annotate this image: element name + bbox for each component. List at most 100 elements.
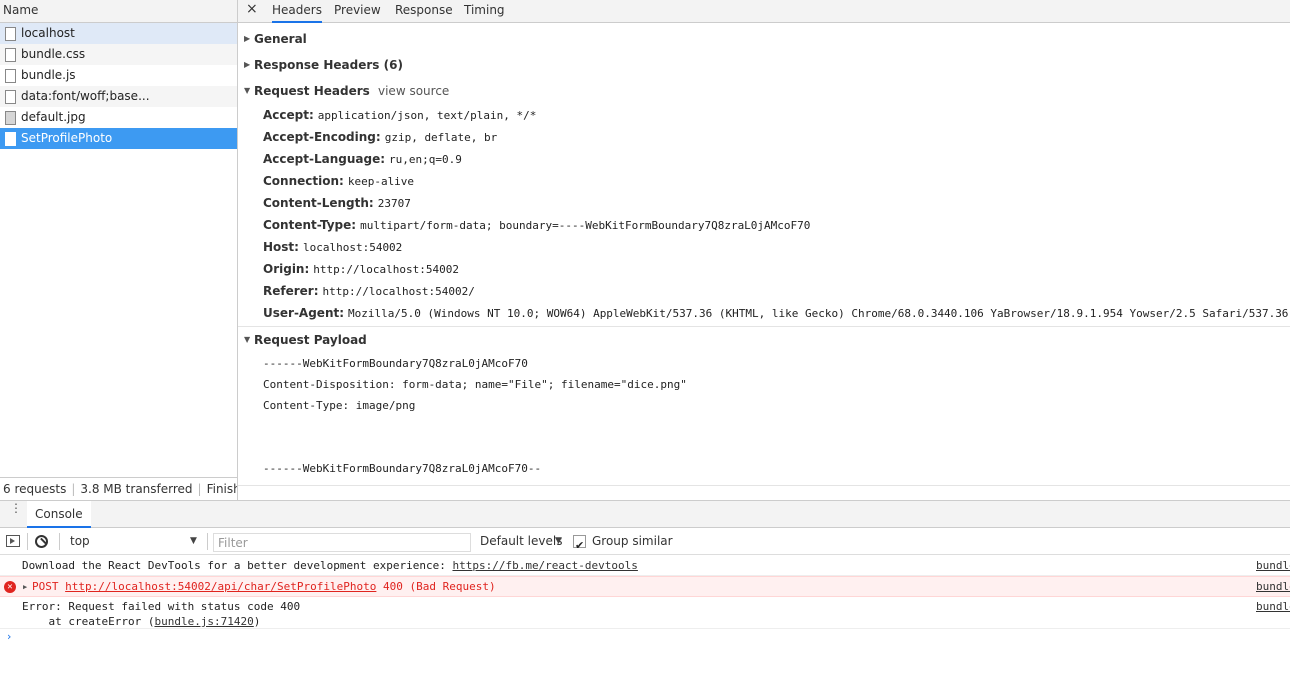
- tab-timing[interactable]: Timing: [464, 0, 505, 23]
- header-value: application/json, text/plain, */*: [317, 109, 537, 122]
- document-icon: [5, 27, 16, 41]
- request-name: bundle.css: [21, 47, 86, 61]
- expand-triangle-icon: ▶: [244, 34, 251, 43]
- tab-headers[interactable]: Headers: [272, 0, 322, 23]
- more-options-icon[interactable]: ⋮: [10, 502, 22, 514]
- header-value: Mozilla/5.0 (Windows NT 10.0; WOW64) App…: [348, 307, 1289, 320]
- http-status: 400 (Bad Request): [376, 580, 496, 593]
- finish-time: Finish: 2...: [206, 482, 237, 496]
- header-key: Accept-Encoding:: [263, 130, 381, 144]
- error-icon: ✕: [4, 581, 16, 593]
- request-row-data-font[interactable]: data:font/woff;base...: [0, 86, 237, 107]
- show-sidebar-icon[interactable]: [6, 535, 20, 547]
- console-prompt-icon[interactable]: ›: [7, 630, 11, 643]
- console-drawer: ⋮ Console top ▼ Default levels ▼ Group s…: [0, 500, 1290, 673]
- header-row: Content-Type: multipart/form-data; bounda…: [238, 214, 1290, 236]
- request-name: localhost: [21, 26, 75, 40]
- request-name: data:font/woff;base...: [21, 89, 150, 103]
- header-row: Accept-Language: ru,en;q=0.9: [238, 148, 1290, 170]
- document-icon: [5, 132, 16, 146]
- header-value: keep-alive: [347, 175, 415, 188]
- section-request-payload[interactable]: ▼ Request Payload: [238, 327, 1290, 353]
- group-similar-checkbox[interactable]: [573, 532, 586, 559]
- request-row-localhost[interactable]: localhost: [0, 23, 237, 44]
- request-url-link[interactable]: http://localhost:54002/api/char/SetProfi…: [65, 580, 376, 593]
- header-key: Accept-Language:: [263, 152, 386, 166]
- payload-line: ------WebKitFormBoundary7Q8zraL0jAMcoF70: [263, 357, 528, 370]
- header-value: ru,en;q=0.9: [389, 153, 462, 166]
- log-levels-dropdown[interactable]: Default levels: [480, 528, 562, 555]
- section-general-label: General: [254, 32, 307, 46]
- header-value: http://localhost:54002/: [322, 285, 475, 298]
- toolbar-divider: [59, 533, 60, 550]
- devtools-link[interactable]: https://fb.me/react-devtools: [452, 559, 637, 572]
- header-row: Accept: application/json, text/plain, */*: [238, 104, 1290, 126]
- request-name: SetProfilePhoto: [21, 131, 113, 145]
- header-row: Connection: keep-alive: [238, 170, 1290, 192]
- header-key: Referer:: [263, 284, 319, 298]
- document-icon: [5, 69, 16, 83]
- tab-console[interactable]: Console: [27, 501, 91, 528]
- request-name: default.jpg: [21, 110, 86, 124]
- details-tab-bar: × Headers Preview Response Timing: [238, 0, 1290, 23]
- filter-input[interactable]: [213, 533, 471, 552]
- view-source-link[interactable]: view source: [378, 78, 449, 104]
- header-key: Origin:: [263, 262, 310, 276]
- header-value: multipart/form-data; boundary=----WebKit…: [360, 219, 811, 232]
- request-row-setprofilephoto[interactable]: SetProfilePhoto: [0, 128, 237, 149]
- tab-preview[interactable]: Preview: [334, 0, 381, 23]
- request-details-panel: × Headers Preview Response Timing ▶ Gene…: [238, 0, 1290, 500]
- section-request-headers[interactable]: ▼ Request Headers view source: [238, 78, 1290, 104]
- request-row-bundle-css[interactable]: bundle.css: [0, 44, 237, 65]
- source-link[interactable]: bundle: [1256, 599, 1290, 614]
- clear-console-icon[interactable]: [35, 535, 48, 548]
- header-row: Content-Length: 23707: [238, 192, 1290, 214]
- payload-line: Content-Disposition: form-data; name="Fi…: [263, 378, 687, 391]
- transferred-size: 3.8 MB transferred: [80, 482, 193, 496]
- console-toolbar: top ▼ Default levels ▼ Group similar: [0, 528, 1290, 559]
- request-headers-list: Accept: application/json, text/plain, */*…: [238, 104, 1290, 324]
- request-row-bundle-js[interactable]: bundle.js: [0, 65, 237, 86]
- header-key: Connection:: [263, 174, 344, 188]
- request-name: bundle.js: [21, 68, 76, 82]
- stack-frame-prefix: at createError (: [22, 615, 155, 628]
- collapse-triangle-icon: ▼: [244, 86, 251, 95]
- section-request-payload-label: Request Payload: [254, 333, 367, 347]
- section-response-headers[interactable]: ▶ Response Headers (6): [238, 52, 1290, 78]
- image-icon: [5, 111, 16, 125]
- console-message-error: ✕ ▶ POST http://localhost:54002/api/char…: [0, 576, 1290, 597]
- stack-frame: at createError (bundle.js:71420): [22, 614, 1290, 629]
- header-key: Host:: [263, 240, 299, 254]
- toolbar-divider: [27, 533, 28, 550]
- console-message-stack: Error: Request failed with status code 4…: [0, 597, 1290, 629]
- error-message: Error: Request failed with status code 4…: [22, 600, 301, 613]
- console-messages: Download the React DevTools for a better…: [0, 555, 1290, 629]
- request-count: 6 requests: [3, 482, 67, 496]
- source-link[interactable]: bundle: [1256, 577, 1290, 597]
- section-divider: [238, 485, 1290, 486]
- header-value: 23707: [377, 197, 411, 210]
- request-payload-body: ------WebKitFormBoundary7Q8zraL0jAMcoF70…: [238, 353, 1290, 479]
- request-row-default-jpg[interactable]: default.jpg: [0, 107, 237, 128]
- network-request-list: Name localhost bundle.css bundle.js data…: [0, 0, 238, 500]
- expand-triangle-icon[interactable]: ▶: [23, 577, 27, 597]
- section-general[interactable]: ▶ General: [238, 26, 1290, 52]
- expand-triangle-icon: ▶: [244, 60, 251, 69]
- header-row: Referer: http://localhost:54002/: [238, 280, 1290, 302]
- header-value: localhost:54002: [302, 241, 403, 254]
- document-icon: [5, 48, 16, 62]
- name-column-header[interactable]: Name: [0, 0, 237, 23]
- source-link[interactable]: bundle: [1256, 555, 1290, 576]
- close-icon[interactable]: ×: [246, 1, 258, 17]
- section-request-headers-label: Request Headers: [254, 84, 370, 98]
- tab-response[interactable]: Response: [395, 0, 453, 23]
- group-similar-label[interactable]: Group similar: [592, 528, 673, 555]
- stack-frame-link[interactable]: bundle.js:71420: [154, 615, 253, 628]
- drawer-tab-bar: ⋮ Console: [0, 501, 1290, 528]
- message-text: Download the React DevTools for a better…: [22, 559, 453, 572]
- payload-line: Content-Type: image/png: [263, 399, 416, 412]
- context-selector[interactable]: top: [65, 528, 205, 555]
- header-key: User-Agent:: [263, 306, 345, 320]
- section-response-headers-label: Response Headers (6): [254, 58, 403, 72]
- header-value: http://localhost:54002: [313, 263, 459, 276]
